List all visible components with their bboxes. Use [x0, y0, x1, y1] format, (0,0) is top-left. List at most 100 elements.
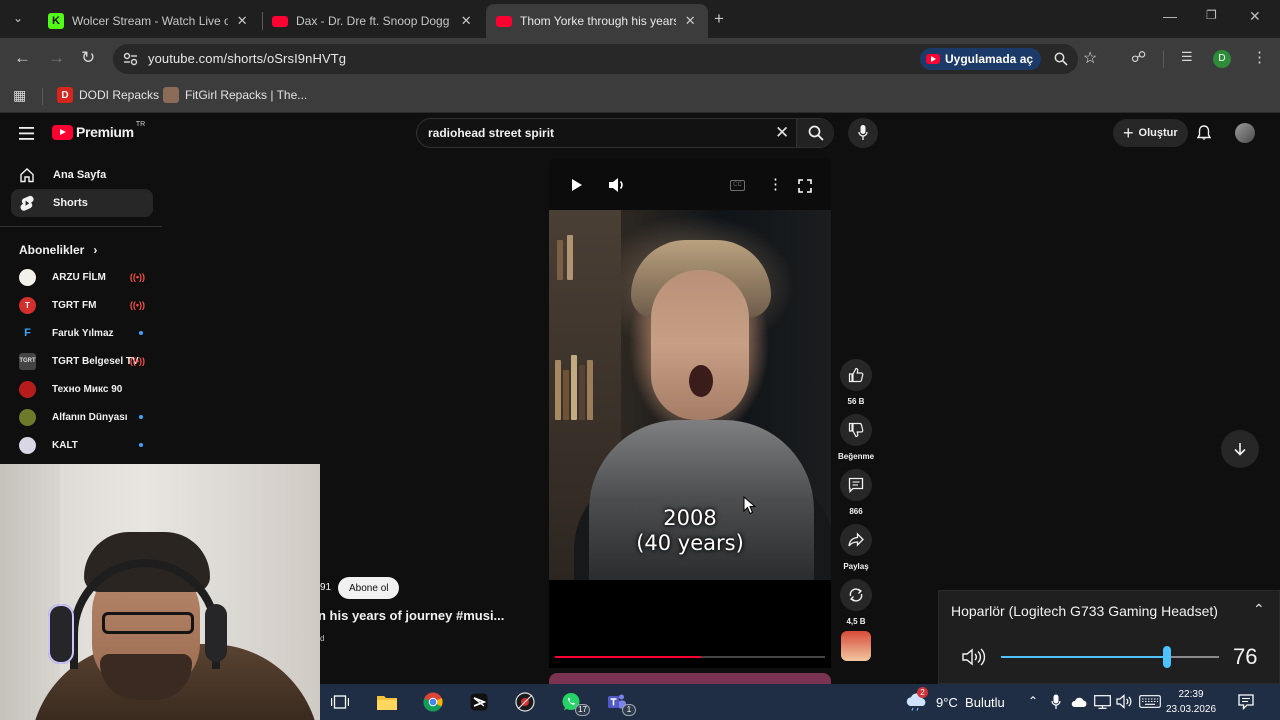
webcam-headset-cup-left [48, 604, 74, 664]
taskbar-clock[interactable]: 22:39 23.03.2026 [1166, 687, 1216, 717]
shorts-player[interactable]: CC ⋮ 2008 (40 years) [549, 158, 831, 668]
sidebar-item-label: Shorts [53, 197, 88, 209]
task-view-button[interactable] [327, 690, 353, 714]
new-tab-plus-icon[interactable]: + [714, 9, 724, 29]
keyboard-icon[interactable] [1139, 695, 1161, 708]
subscription-item[interactable]: T TGRT FM ((•)) [19, 296, 159, 314]
player-controls-bar: CC ⋮ [549, 158, 831, 210]
chrome-menu-icon[interactable]: ⋮ [1252, 48, 1267, 66]
restore-icon[interactable]: ❐ [1206, 8, 1217, 22]
subscription-item[interactable]: ARZU FİLM ((•)) [19, 268, 159, 286]
subscriptions-heading[interactable]: Abonelikler › [19, 243, 97, 257]
channel-avatar [19, 380, 36, 398]
bookmark-dodi-repacks[interactable]: D DODI Repacks [57, 87, 159, 103]
extensions-icon[interactable]: ☍ [1131, 48, 1146, 66]
toolbar-divider [1163, 50, 1164, 68]
like-button[interactable]: 56 B [838, 359, 874, 406]
tab-search-icon[interactable]: ⌄ [13, 11, 23, 25]
share-button[interactable]: Paylaş [838, 524, 874, 571]
fullscreen-icon[interactable] [798, 179, 812, 193]
dislike-button[interactable]: Beğenme [838, 414, 874, 461]
dodi-icon: D [57, 87, 73, 103]
channel-name: Alfanın Dünyası [52, 411, 128, 423]
volume-icon[interactable] [608, 177, 626, 193]
video-progress-bar[interactable] [555, 656, 825, 658]
notification-center-icon[interactable] [1238, 694, 1254, 710]
next-short-button[interactable] [1221, 430, 1259, 468]
chevron-up-icon[interactable]: ⌃ [1253, 601, 1265, 618]
tab-thom-yorke[interactable]: Thom Yorke through his years o ✕ [486, 4, 708, 38]
forward-arrow-icon[interactable]: → [48, 48, 65, 68]
bookmark-star-icon[interactable]: ☆ [1083, 48, 1097, 68]
remix-button[interactable]: 4,5 B [838, 579, 874, 626]
live-indicator-icon: ((•)) [129, 272, 145, 282]
volume-slider-thumb[interactable] [1162, 646, 1171, 668]
youtube-icon [926, 54, 940, 64]
subscription-item[interactable]: Техно Микс 90 [19, 380, 159, 398]
tray-speaker-icon[interactable] [1116, 694, 1133, 709]
bookmark-fitgirl-repacks[interactable]: FitGirl Repacks | The... [163, 87, 307, 103]
speaker-icon[interactable] [961, 647, 987, 667]
subscription-item[interactable]: Alfanın Dünyası [19, 408, 159, 426]
taskbar-chrome[interactable] [420, 690, 446, 714]
home-icon [20, 168, 34, 183]
subscription-item[interactable]: TGRT TGRT Belgesel TV ((•)) [19, 352, 159, 370]
subscription-item[interactable]: KALT [19, 436, 159, 454]
remix-icon [849, 588, 863, 602]
sidebar-item-shorts[interactable]: Shorts [11, 189, 153, 217]
tab-close-icon[interactable]: ✕ [234, 13, 250, 29]
tab-wolcer-stream[interactable]: K Wolcer Stream - Watch Live on ✕ [38, 4, 260, 38]
tab-title: Wolcer Stream - Watch Live on [72, 14, 229, 28]
taskbar-file-explorer[interactable] [374, 690, 400, 714]
tray-microphone-icon[interactable] [1051, 694, 1061, 710]
zoom-icon[interactable] [1054, 52, 1068, 66]
sidebar-item-home[interactable]: Ana Sayfa [11, 161, 153, 189]
taskbar-teams[interactable]: 1 [604, 690, 636, 716]
search-input[interactable]: radiohead street spirit [428, 126, 554, 140]
short-title[interactable]: n his years of journey #musi... [318, 608, 504, 623]
tab-dax-dr-dre[interactable]: Dax - Dr. Dre ft. Snoop Dogg "S ✕ [262, 4, 484, 38]
tray-overflow-chevron-icon[interactable]: ⌃ [1028, 694, 1038, 708]
notifications-bell-icon[interactable] [1197, 125, 1211, 141]
youtube-premium-logo[interactable]: Premium TR [52, 121, 145, 140]
subscription-item[interactable]: F Faruk Yılmaz [19, 324, 159, 342]
new-content-dot-icon [139, 331, 143, 335]
taskbar-weather-widget[interactable]: 2 9°C Bulutlu [904, 687, 1005, 711]
comments-button[interactable]: 866 [838, 469, 874, 516]
taskbar-capcut[interactable] [466, 690, 492, 714]
media-controls-icon[interactable]: ☰ [1181, 49, 1193, 65]
play-icon[interactable] [571, 178, 583, 192]
tab-close-icon[interactable]: ✕ [458, 13, 474, 29]
back-arrow-icon[interactable]: ← [14, 48, 31, 68]
voice-search-button[interactable] [848, 118, 878, 148]
hamburger-menu-icon[interactable] [19, 127, 35, 140]
profile-avatar[interactable]: D [1213, 50, 1231, 68]
caption-age: (40 years) [636, 531, 744, 555]
apps-grid-icon[interactable]: ▦ [13, 87, 26, 104]
network-icon[interactable] [1094, 695, 1111, 709]
onedrive-cloud-icon[interactable] [1071, 695, 1087, 708]
taskbar-capture-app[interactable] [512, 690, 538, 714]
clear-search-icon[interactable]: ✕ [775, 123, 789, 143]
sound-thumbnail[interactable] [841, 631, 871, 661]
address-bar[interactable]: youtube.com/shorts/oSrsI9nHVTg Uygulamad… [113, 44, 1097, 74]
account-avatar[interactable] [1235, 123, 1255, 143]
site-settings-icon[interactable] [123, 52, 138, 66]
captions-icon[interactable]: CC [730, 180, 745, 191]
audio-device-name[interactable]: Hoparlör (Logitech G733 Gaming Headset) [951, 603, 1218, 619]
volume-slider-track[interactable] [1001, 656, 1219, 658]
window-close-icon[interactable]: ✕ [1249, 8, 1261, 25]
taskbar-whatsapp[interactable]: 17 [558, 690, 590, 716]
create-button[interactable]: + Oluştur [1113, 119, 1188, 147]
minimize-icon[interactable]: — [1163, 8, 1177, 24]
open-in-app-button[interactable]: Uygulamada aç [920, 48, 1042, 70]
search-box[interactable]: radiohead street spirit ✕ [416, 118, 834, 148]
more-options-icon[interactable]: ⋮ [768, 175, 783, 193]
reload-icon[interactable]: ↻ [81, 48, 95, 68]
volume-slider-fill [1001, 656, 1167, 658]
tab-close-icon[interactable]: ✕ [682, 13, 698, 29]
subscribe-button[interactable]: Abone ol [338, 577, 400, 599]
search-button[interactable] [796, 119, 834, 147]
webcam-background-door [0, 464, 60, 720]
open-in-app-label: Uygulamada aç [945, 52, 1034, 66]
